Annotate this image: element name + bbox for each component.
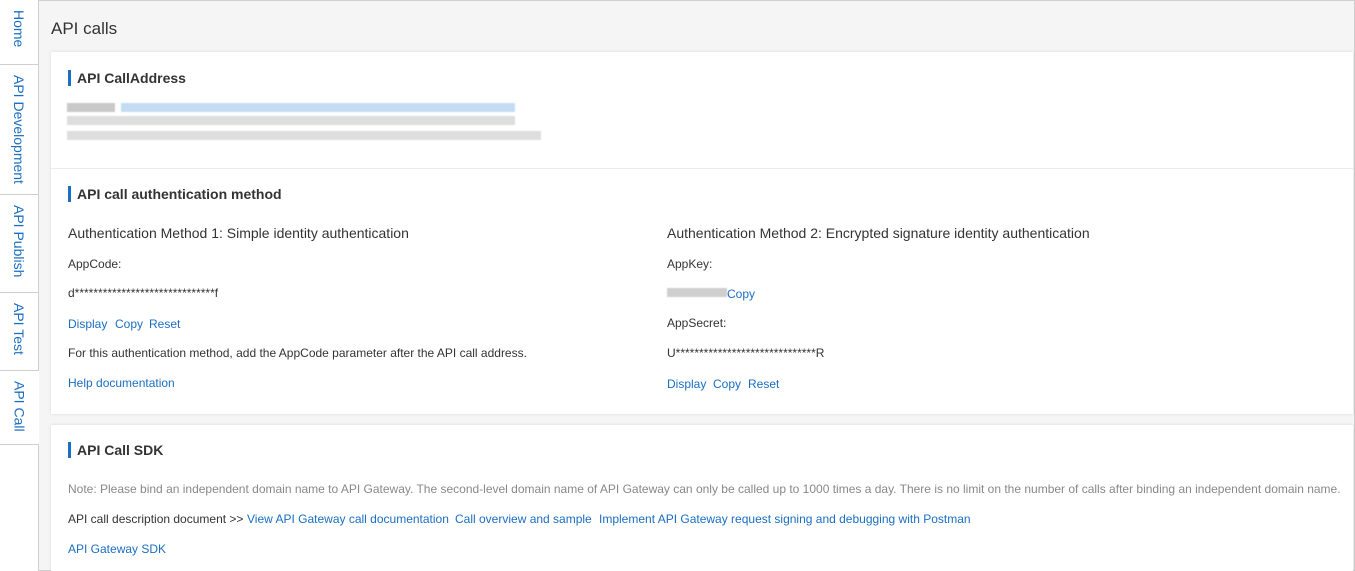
tab-api-test-label: API Test [11, 303, 27, 355]
redacted-address-line-3 [67, 131, 541, 140]
sdk-card: API Call SDK Note: Please bind an indepe… [51, 425, 1353, 571]
view-call-documentation-link[interactable]: View API Gateway call documentation [247, 512, 449, 526]
redacted-address-line-1 [67, 103, 115, 112]
help-documentation-link[interactable]: Help documentation [68, 376, 175, 390]
redacted-appkey [667, 288, 727, 297]
doc-prefix: API call description document >> [68, 512, 244, 526]
redacted-address-line-2 [67, 116, 515, 125]
tab-api-call-label: API Call [11, 381, 28, 432]
method2-heading: Authentication Method 2: Encrypted signa… [667, 225, 1090, 241]
tab-api-development[interactable]: API Development [0, 65, 38, 195]
method1-heading: Authentication Method 1: Simple identity… [68, 225, 409, 241]
call-overview-link[interactable]: Call overview and sample [455, 512, 592, 526]
appkey-copy-link[interactable]: Copy [727, 287, 755, 301]
appsecret-copy-link[interactable]: Copy [713, 377, 741, 391]
sdk-note: Note: Please bind an independent domain … [68, 482, 1341, 496]
section-divider [51, 168, 1353, 169]
appsecret-display-link[interactable]: Display [667, 377, 706, 391]
tab-api-test[interactable]: API Test [0, 293, 38, 371]
sdk-title: API Call SDK [68, 442, 163, 458]
appsecret-reset-link[interactable]: Reset [748, 377, 779, 391]
appcode-label: AppCode: [68, 257, 122, 271]
tab-api-development-label: API Development [11, 75, 27, 184]
tab-home-label: Home [11, 10, 27, 48]
appkey-label: AppKey: [667, 257, 713, 271]
appcode-reset-link[interactable]: Reset [149, 317, 180, 331]
redacted-address-link[interactable] [121, 103, 515, 112]
postman-signing-link[interactable]: Implement API Gateway request signing an… [599, 512, 971, 526]
call-address-title: API CallAddress [68, 70, 186, 86]
appsecret-label: AppSecret: [667, 316, 727, 330]
appcode-copy-link[interactable]: Copy [115, 317, 143, 331]
auth-method-title: API call authentication method [68, 186, 282, 202]
tab-api-publish[interactable]: API Publish [0, 195, 38, 293]
appsecret-value: U******************************R [667, 346, 825, 360]
tab-home[interactable]: Home [0, 0, 38, 65]
method1-description: For this authentication method, add the … [68, 346, 527, 360]
page-title: API calls [51, 19, 118, 38]
api-gateway-sdk-link[interactable]: API Gateway SDK [68, 542, 166, 556]
appcode-display-link[interactable]: Display [68, 317, 107, 331]
call-address-card: API CallAddress API call authentication … [51, 52, 1353, 414]
tab-api-call[interactable]: API Call [0, 371, 39, 445]
appcode-value: d******************************f [68, 286, 219, 300]
tab-api-publish-label: API Publish [11, 205, 27, 278]
vertical-tab-bar: Home API Development API Publish API Tes… [0, 0, 39, 571]
